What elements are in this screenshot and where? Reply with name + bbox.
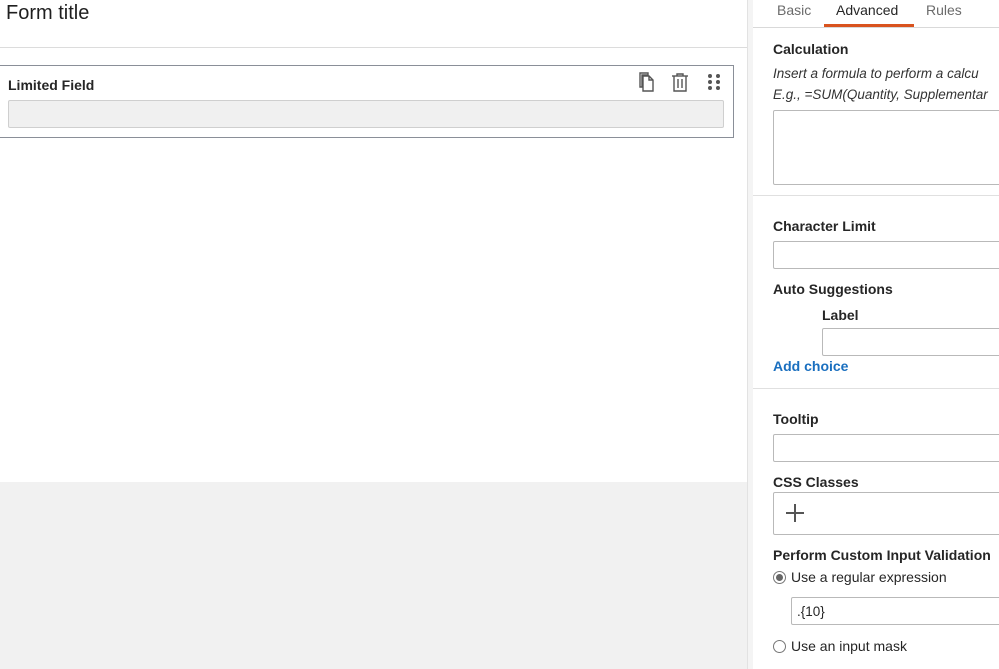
copy-icon[interactable] [635,71,657,93]
calculation-label: Calculation [773,41,849,57]
add-choice-link[interactable]: Add choice [773,358,848,374]
form-canvas: Form title Limited Field [0,0,747,669]
panel-tabs: Basic Advanced Rules [753,0,999,28]
radio-regex[interactable] [773,570,786,584]
css-classes-box [773,492,999,535]
title-divider [0,47,747,48]
form-title[interactable]: Form title [6,2,89,25]
suggestion-label-input[interactable] [822,328,999,356]
tab-rules[interactable]: Rules [926,2,962,18]
section-divider [753,388,999,389]
radio-mask[interactable] [773,639,786,653]
tab-basic[interactable]: Basic [777,2,811,18]
auto-suggestions-label: Auto Suggestions [773,281,893,297]
field-toolbar [635,71,725,93]
radio-regex-option[interactable]: Use a regular expression [773,569,947,585]
field-label: Limited Field [8,77,95,93]
validation-label: Perform Custom Input Validation [773,547,991,563]
add-css-class-plus-icon[interactable] [784,502,806,524]
trash-icon[interactable] [669,71,691,93]
calculation-description-line1: Insert a formula to perform a calcu [773,66,979,81]
field-card[interactable]: Limited Field [0,65,734,138]
regex-input[interactable] [791,597,999,625]
suggestion-label-header: Label [822,307,859,323]
tab-advanced[interactable]: Advanced [836,2,898,18]
calculation-textarea[interactable] [773,110,999,185]
radio-mask-option[interactable]: Use an input mask [773,638,907,654]
character-limit-label: Character Limit [773,218,876,234]
tooltip-label: Tooltip [773,411,819,427]
drag-handle-icon[interactable] [703,71,725,93]
radio-mask-label: Use an input mask [791,638,907,654]
calculation-description-line2: E.g., =SUM(Quantity, Supplementar [773,87,988,102]
active-tab-indicator [824,24,914,27]
tooltip-input[interactable] [773,434,999,462]
section-divider [753,195,999,196]
css-classes-label: CSS Classes [773,474,859,490]
properties-panel: Basic Advanced Rules Calculation Insert … [753,0,999,669]
field-input-preview[interactable] [8,100,724,128]
radio-regex-label: Use a regular expression [791,569,947,585]
character-limit-input[interactable] [773,241,999,269]
